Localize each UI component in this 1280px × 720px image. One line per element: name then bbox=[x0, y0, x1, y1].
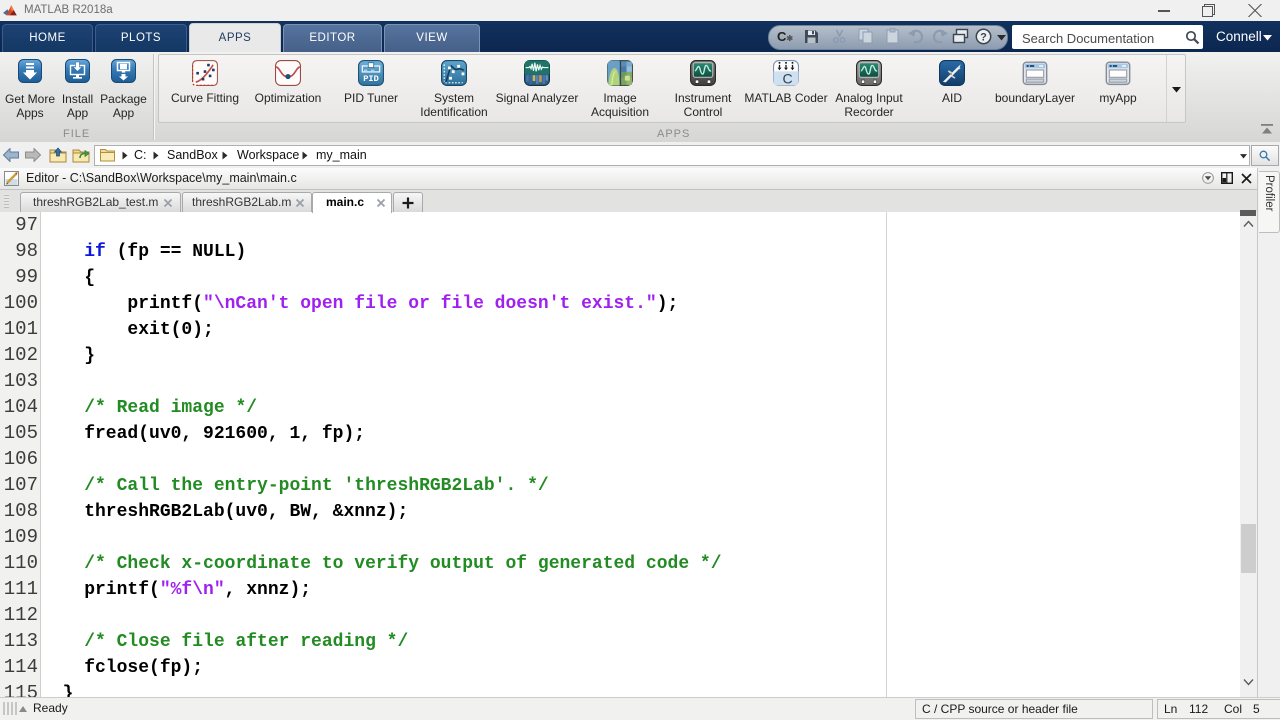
svg-text:?: ? bbox=[980, 32, 987, 44]
svg-text:C: C bbox=[783, 70, 793, 86]
svg-text:PID: PID bbox=[363, 74, 379, 84]
